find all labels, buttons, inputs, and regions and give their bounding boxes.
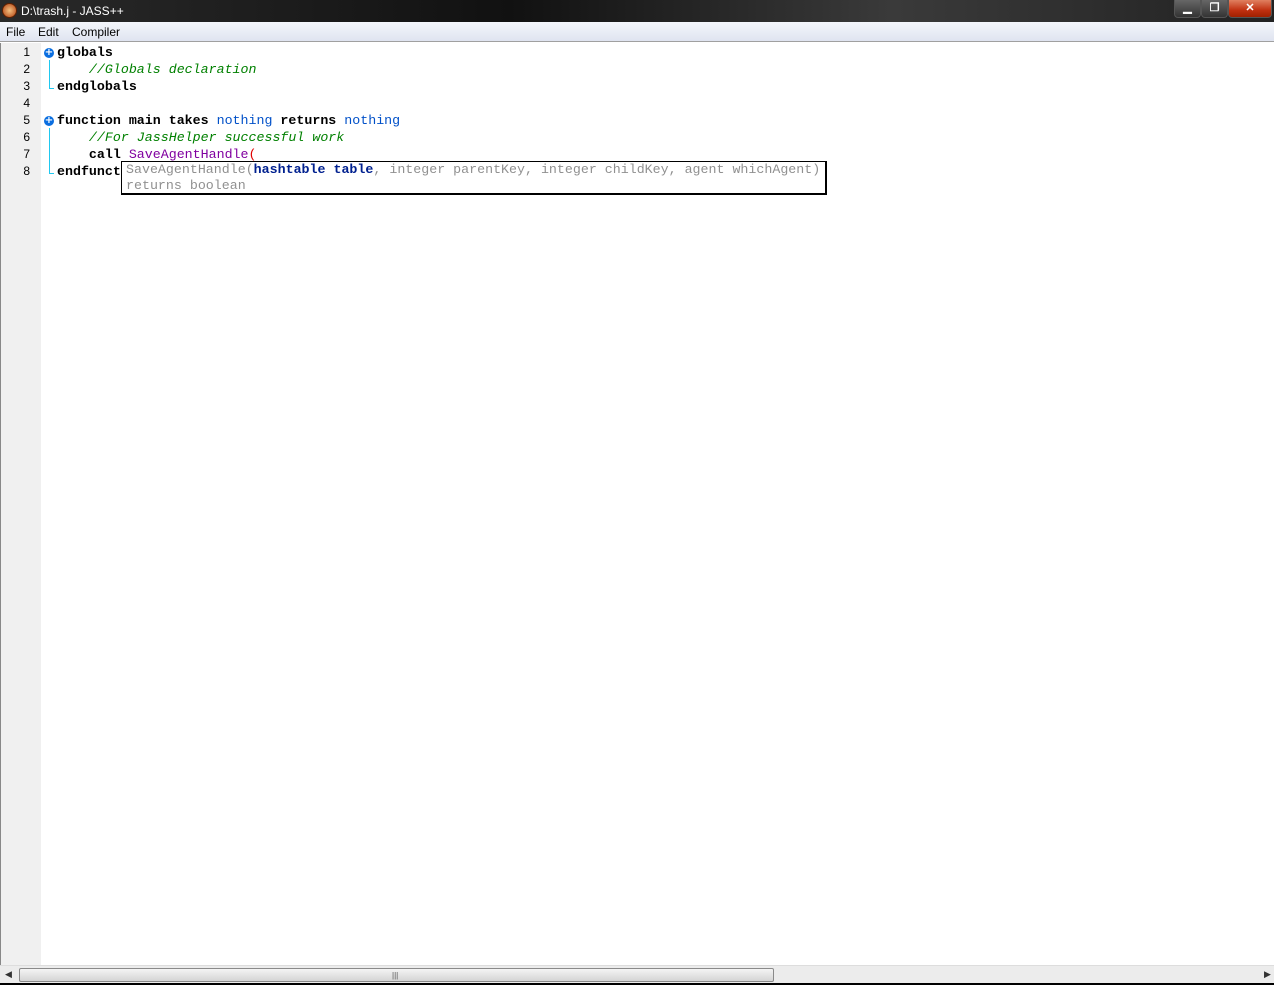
code-token: endglobals xyxy=(57,79,137,94)
code-token: //Globals declaration xyxy=(88,62,257,77)
menu-compiler[interactable]: Compiler xyxy=(72,25,120,39)
line-number: 1 xyxy=(23,45,30,59)
code-text: //Globals declaration xyxy=(57,61,257,78)
scroll-left-arrow-icon[interactable]: ◀ xyxy=(5,969,12,980)
menu-file[interactable]: File xyxy=(6,25,25,39)
scroll-right-arrow-icon[interactable]: ▶ xyxy=(1264,969,1271,980)
tooltip-function: SaveAgentHandle( xyxy=(126,162,254,177)
window-title: D:\trash.j - JASS++ xyxy=(21,4,124,18)
menu-edit[interactable]: Edit xyxy=(38,25,59,39)
tooltip-params: , integer parentKey, integer childKey, a… xyxy=(373,162,821,177)
code-token: nothing xyxy=(216,113,273,128)
code-text: //For JassHelper successful work xyxy=(57,129,344,146)
code-line[interactable]: 2 //Globals declaration xyxy=(1,61,1274,78)
code-token: ( xyxy=(248,147,257,162)
maximize-button[interactable]: ❐ xyxy=(1201,0,1228,18)
fold-line xyxy=(49,60,50,88)
code-token: function main takes xyxy=(57,113,217,128)
minimize-button[interactable]: ▁ xyxy=(1174,0,1201,18)
fold-toggle-icon[interactable]: + xyxy=(44,116,54,126)
line-number: 3 xyxy=(23,79,30,93)
app-icon[interactable] xyxy=(2,3,17,18)
tooltip-current-param: hashtable table xyxy=(253,162,374,177)
close-button[interactable]: ✕ xyxy=(1228,0,1272,18)
line-number: 6 xyxy=(23,130,30,144)
code-text: globals xyxy=(57,44,113,61)
code-text: endglobals xyxy=(57,78,137,95)
scroll-thumb[interactable]: ||| xyxy=(19,968,774,982)
line-number: 2 xyxy=(23,62,30,76)
grip-icon: ||| xyxy=(392,971,399,980)
code-token: //For JassHelper successful work xyxy=(88,130,345,145)
code-token: returns xyxy=(272,113,345,128)
fold-end xyxy=(49,88,54,89)
code-line[interactable]: 3 endglobals xyxy=(1,78,1274,95)
line-number: 5 xyxy=(23,113,30,127)
signature-tooltip: SaveAgentHandle(hashtable table, integer… xyxy=(121,161,827,195)
line-number: 8 xyxy=(23,164,30,178)
menu-bar: File Edit Compiler xyxy=(0,22,1274,42)
fold-margin xyxy=(41,43,56,965)
code-token: call xyxy=(57,147,129,162)
fold-toggle-icon[interactable]: + xyxy=(44,48,54,58)
horizontal-scrollbar[interactable]: ◀ ||| ▶ xyxy=(0,965,1274,983)
code-token: SaveAgentHandle xyxy=(128,147,249,162)
fold-end xyxy=(49,173,54,174)
code-token: globals xyxy=(57,45,113,60)
code-line[interactable]: 5 + function main takes nothing returns no… xyxy=(1,112,1274,129)
line-number: 4 xyxy=(23,96,30,110)
code-text: function main takes nothing returns noth… xyxy=(57,112,400,129)
code-line[interactable]: 4 xyxy=(1,95,1274,112)
line-number: 7 xyxy=(23,147,30,161)
title-bar: D:\trash.j - JASS++ ▁ ❐ ✕ xyxy=(0,0,1274,22)
tooltip-returns: returns boolean xyxy=(126,178,246,193)
code-line[interactable]: 6 //For JassHelper successful work xyxy=(1,129,1274,146)
fold-line xyxy=(49,128,50,173)
code-line[interactable]: 1 + globals xyxy=(1,44,1274,61)
code-token: nothing xyxy=(344,113,401,128)
